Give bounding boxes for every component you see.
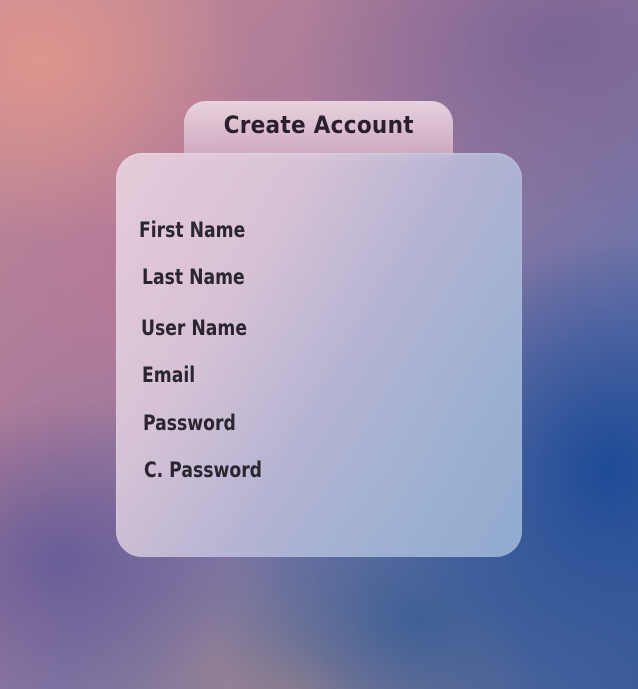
user-name-label: User Name [141, 316, 248, 340]
first-name-label: First Name [139, 218, 246, 242]
create-account-card: First Name Last Name User Name Email Pas… [116, 153, 522, 557]
confirm-password-label: C. Password [144, 458, 263, 482]
form-title: Create Account [223, 111, 414, 139]
form-title-tab: Create Account [184, 101, 453, 161]
password-label: Password [143, 411, 236, 435]
email-label: Email [142, 363, 196, 387]
last-name-label: Last Name [142, 265, 245, 289]
